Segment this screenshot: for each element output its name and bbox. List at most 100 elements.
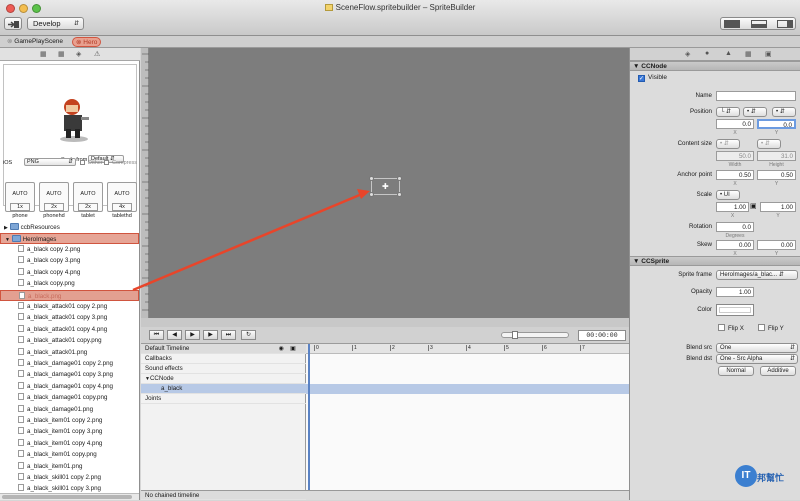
publish-button[interactable] bbox=[4, 17, 22, 30]
timeline-zoom-slider[interactable] bbox=[501, 331, 569, 339]
templates-icon[interactable]: ▦ bbox=[745, 50, 752, 58]
timeline-ruler[interactable]: 0 1 2 3 4 5 6 7 bbox=[306, 344, 629, 354]
physics-icon[interactable]: ▲ bbox=[725, 50, 732, 57]
track-joints[interactable]: Joints bbox=[141, 394, 306, 404]
position-reference-select[interactable]: └ ⇵ bbox=[716, 107, 740, 117]
file-item[interactable]: a_black_attack01 copy 2.png bbox=[0, 301, 139, 312]
ccnode-section-header[interactable]: ▼ CCNode bbox=[630, 61, 800, 71]
loop-button[interactable]: ↻ bbox=[241, 330, 256, 340]
file-item[interactable]: a_black_damage01 copy 3.png bbox=[0, 369, 139, 380]
code-connections-icon[interactable]: ● bbox=[705, 50, 709, 57]
publish-target-select[interactable]: Develop ⇵ bbox=[27, 17, 84, 30]
opacity-field[interactable]: 1.00 bbox=[716, 287, 754, 297]
flip-y-checkbox[interactable]: Flip Y bbox=[758, 324, 784, 332]
file-item[interactable]: a_black_item01 copy 3.png bbox=[0, 426, 139, 437]
file-item[interactable]: a_black_damage01 copy 4.png bbox=[0, 381, 139, 392]
visible-checkbox[interactable]: ✓ Visible bbox=[638, 74, 667, 82]
resolution-tablet[interactable]: AUTO 2x bbox=[73, 182, 103, 212]
resolution-multiplier[interactable]: 1x bbox=[10, 203, 30, 211]
blend-normal-button[interactable]: Normal bbox=[718, 366, 754, 376]
sprite-frame-select[interactable]: HeroImages/a_blac... ⇵ bbox=[716, 270, 798, 280]
tab-close-icon[interactable]: ⊗ bbox=[7, 38, 12, 45]
track-ccnode[interactable]: ▼CCNode bbox=[141, 374, 306, 384]
playhead[interactable] bbox=[308, 344, 310, 500]
anchor-point-icon[interactable]: ✚ bbox=[382, 182, 389, 191]
file-item[interactable]: a_black_damage01 copy 2.png bbox=[0, 358, 139, 369]
scrollbar-thumb[interactable] bbox=[2, 495, 132, 499]
file-item[interactable]: a_black copy.png bbox=[0, 278, 139, 289]
file-item[interactable]: a_black_item01.png bbox=[0, 461, 139, 472]
file-list-scrollbar[interactable] bbox=[0, 493, 139, 500]
folder-heroimages[interactable]: ▼ HeroImages bbox=[0, 233, 139, 244]
rotation-field[interactable]: 0.0 bbox=[716, 222, 754, 232]
skew-x-field[interactable]: 0.00 bbox=[716, 240, 754, 250]
resize-handle[interactable] bbox=[397, 176, 402, 181]
step-back-button[interactable]: ◀ bbox=[167, 330, 182, 340]
resolution-multiplier[interactable]: 2x bbox=[78, 203, 98, 211]
disclosure-open-icon[interactable]: ▼ bbox=[5, 237, 10, 243]
lock-ratio-icon[interactable]: ▣ bbox=[750, 202, 757, 210]
timeline-toggle-icon[interactable] bbox=[751, 20, 767, 28]
width-unit-select[interactable]: • ⇵ bbox=[716, 139, 740, 149]
blend-additive-button[interactable]: Additive bbox=[760, 366, 796, 376]
anchor-y-field[interactable]: 0.50 bbox=[757, 170, 796, 180]
timeline-select[interactable]: Default Timeline ◉ ▣ bbox=[141, 344, 306, 354]
file-item[interactable]: a_black copy 3.png bbox=[0, 255, 139, 266]
left-panel-toggle-icon[interactable] bbox=[724, 20, 740, 28]
file-item[interactable]: a_black copy 4.png bbox=[0, 267, 139, 278]
folder-ccbresources[interactable]: ▶ ccbResources bbox=[0, 222, 139, 233]
width-field[interactable]: 50.0 bbox=[716, 151, 754, 161]
resolution-multiplier[interactable]: 4x bbox=[112, 203, 132, 211]
rewind-start-button[interactable]: ⏮ bbox=[149, 330, 164, 340]
file-item[interactable]: a_black_damage01 copy.png bbox=[0, 392, 139, 403]
skew-y-field[interactable]: 0.00 bbox=[757, 240, 796, 250]
resolution-phone[interactable]: AUTO 1x bbox=[5, 182, 35, 212]
time-display[interactable]: 00:00:00 bbox=[578, 330, 626, 341]
anchor-x-field[interactable]: 0.50 bbox=[716, 170, 754, 180]
selected-node-box[interactable]: ✚ bbox=[369, 176, 402, 197]
resolution-phonehd[interactable]: AUTO 2x bbox=[39, 182, 69, 212]
tab-close-icon[interactable]: ⊗ bbox=[76, 39, 81, 46]
right-panel-toggle-icon[interactable] bbox=[777, 20, 793, 28]
position-y-field[interactable]: 0.0 bbox=[757, 119, 796, 129]
file-item[interactable]: a_black_attack01 copy 3.png bbox=[0, 312, 139, 323]
forward-end-button[interactable]: ⏭ bbox=[221, 330, 236, 340]
warning-icon[interactable]: ⚠ bbox=[94, 50, 100, 58]
resolution-tablethd[interactable]: AUTO 4x bbox=[107, 182, 137, 212]
file-item[interactable]: a_black_skill01 copy 2.png bbox=[0, 472, 139, 483]
file-item[interactable]: a_black_attack01 copy 4.png bbox=[0, 324, 139, 335]
tab-gameplayscene[interactable]: ⊗ GamePlayScene bbox=[4, 37, 66, 47]
slider-thumb[interactable] bbox=[512, 331, 518, 339]
file-item[interactable]: a_black_attack01.png bbox=[0, 347, 139, 358]
flip-x-checkbox[interactable]: Flip X bbox=[718, 324, 744, 332]
scale-x-field[interactable]: 1.00 bbox=[716, 202, 749, 212]
file-item[interactable]: a_black_item01 copy 2.png bbox=[0, 415, 139, 426]
blend-src-select[interactable]: One ⇵ bbox=[716, 343, 798, 353]
height-unit-select[interactable]: • ⇵ bbox=[757, 139, 781, 149]
blend-dst-select[interactable]: One - Src Alpha ⇵ bbox=[716, 354, 798, 364]
track-a-black[interactable]: a_black bbox=[141, 384, 306, 394]
track-callbacks[interactable]: Callbacks bbox=[141, 354, 306, 364]
resize-handle[interactable] bbox=[397, 192, 402, 197]
position-x-unit-select[interactable]: • ⇵ bbox=[743, 107, 767, 117]
scale-y-field[interactable]: 1.00 bbox=[760, 202, 796, 212]
stage-canvas[interactable]: ✚ 050100150200250300350400450500550600 bbox=[141, 48, 629, 327]
file-item[interactable]: a_black_item01 copy 4.png bbox=[0, 438, 139, 449]
chained-timeline-select[interactable]: No chained timeline bbox=[141, 490, 306, 500]
name-field[interactable] bbox=[716, 91, 796, 101]
resolution-multiplier[interactable]: 2x bbox=[44, 203, 64, 211]
play-button[interactable]: ▶ bbox=[185, 330, 200, 340]
dither-checkbox[interactable]: Dither bbox=[80, 160, 103, 166]
position-x-field[interactable]: 0.0 bbox=[716, 119, 754, 129]
plugins-icon[interactable]: ▣ bbox=[765, 50, 772, 58]
file-item[interactable]: a_black_damage01.png bbox=[0, 404, 139, 415]
step-forward-button[interactable]: ▶ bbox=[203, 330, 218, 340]
folder-view-icon[interactable]: ▦ bbox=[40, 50, 47, 58]
ccsprite-section-header[interactable]: ▼ CCSprite bbox=[630, 256, 800, 266]
tab-hero[interactable]: ⊗ Hero bbox=[72, 37, 102, 47]
color-well[interactable] bbox=[716, 304, 754, 316]
components-icon[interactable]: ◈ bbox=[76, 50, 81, 58]
resize-handle[interactable] bbox=[369, 192, 374, 197]
height-field[interactable]: 31.0 bbox=[757, 151, 796, 161]
scale-type-button[interactable]: • UI bbox=[716, 190, 740, 200]
